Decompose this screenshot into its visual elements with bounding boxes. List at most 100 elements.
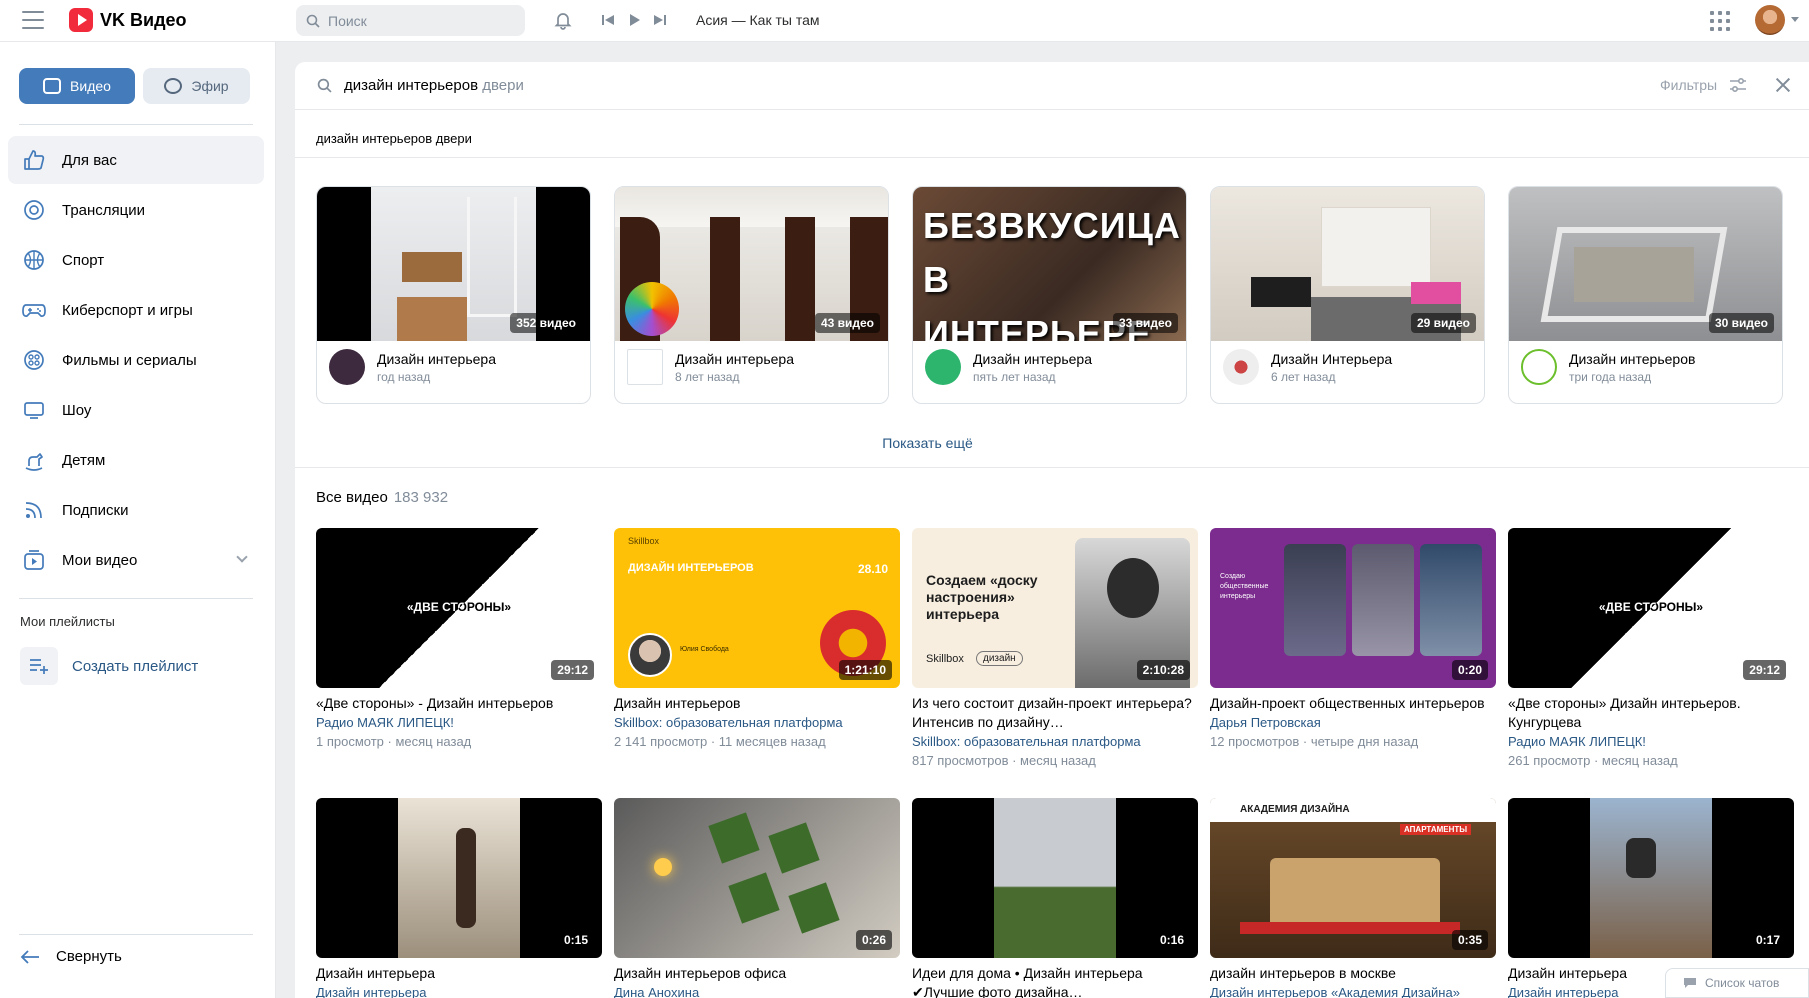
video-author[interactable]: Дизайн интерьера [316, 983, 602, 998]
playlist-video-count: 33 видео [1112, 313, 1178, 333]
now-playing-track[interactable]: Асия — Как ты там [696, 12, 820, 28]
video-author[interactable]: Дизайн интерьеров «Академия Дизайна» [1210, 983, 1496, 998]
channel-avatar[interactable] [925, 349, 961, 385]
video-title[interactable]: дизайн интерьеров в москве [1210, 964, 1496, 983]
thumbnail-caption: ДИЗАЙН ИНТЕРЬЕРОВ [628, 562, 754, 574]
channel-avatar[interactable] [1521, 349, 1557, 385]
video-card[interactable]: Skillbox ДИЗАЙН ИНТЕРЬЕРОВ 28.10 Юлия Св… [614, 528, 900, 751]
sidebar-item-subscriptions[interactable]: Подписки [8, 486, 264, 534]
playlist-time: пять лет назад [973, 369, 1056, 384]
playlist-title[interactable]: Дизайн интерьеров [1569, 351, 1695, 367]
video-title[interactable]: Из чего состоит дизайн-проект интерьера?… [912, 694, 1198, 732]
video-thumbnail[interactable]: «ДВЕ СТОРОНЫ» 29:12 [316, 528, 602, 688]
show-more-button[interactable]: Показать ещё [295, 435, 1560, 451]
filters-button[interactable]: Фильтры [1660, 77, 1747, 93]
bell-icon[interactable] [553, 10, 573, 30]
video-title[interactable]: Дизайн интерьеров офиса [614, 964, 900, 983]
sidebar-item-shows[interactable]: Шоу [8, 386, 264, 434]
playlist-card[interactable]: 29 видео Дизайн Интерьера 6 лет назад [1210, 186, 1485, 404]
sidebar-item-broadcasts[interactable]: Трансляции [8, 186, 264, 234]
collapse-label: Свернуть [56, 948, 122, 965]
search-autocomplete: двери [478, 77, 524, 94]
video-author[interactable]: Радио МАЯК ЛИПЕЦК! [1508, 732, 1794, 751]
video-author[interactable]: Skillbox: образовательная платформа [912, 732, 1198, 751]
playlist-title[interactable]: Дизайн интерьера [973, 351, 1092, 367]
thumbnail-caption: АКАДЕМИЯ ДИЗАЙНА [1240, 804, 1350, 815]
sidebar-item-label: Фильмы и сериалы [62, 351, 197, 369]
sidebar-item-label: Трансляции [62, 201, 146, 219]
video-title[interactable]: Дизайн-проект общественных интерьеров [1210, 694, 1496, 713]
video-thumbnail[interactable]: АКАДЕМИЯ ДИЗАЙНА АПАРТАМЕНТЫ 0:35 [1210, 798, 1496, 958]
create-playlist-button[interactable]: Создать плейлист [20, 647, 198, 685]
video-author[interactable]: Дарья Петровская [1210, 713, 1496, 732]
playlist-time: год назад [377, 369, 431, 384]
video-card[interactable]: Создаем «доску настроения» интерьера Ski… [912, 528, 1198, 770]
menu-icon[interactable] [22, 11, 44, 29]
video-author[interactable]: Skillbox: образовательная платформа [614, 713, 900, 732]
video-author[interactable]: Радио МАЯК ЛИПЕЦК! [316, 713, 602, 732]
video-card[interactable]: 0:15 Дизайн интерьера Дизайн интерьера [316, 798, 602, 998]
play-icon[interactable] [627, 13, 641, 27]
video-card[interactable]: «ДВЕ СТОРОНЫ» 29:12 «Две стороны» - Диза… [316, 528, 602, 751]
playlist-title[interactable]: Дизайн интерьера [675, 351, 794, 367]
video-thumbnail[interactable]: Создаем «доску настроения» интерьера Ski… [912, 528, 1198, 688]
playlist-card[interactable]: 352 видео Дизайн интерьера год назад [316, 186, 591, 404]
thumbs-up-icon [22, 148, 46, 172]
chevron-down-icon[interactable] [1791, 17, 1799, 22]
playlist-title[interactable]: Дизайн Интерьера [1271, 351, 1392, 367]
channel-avatar[interactable] [1223, 349, 1259, 385]
chevron-down-icon[interactable] [236, 551, 248, 563]
video-thumbnail[interactable]: Skillbox ДИЗАЙН ИНТЕРЬЕРОВ 28.10 Юлия Св… [614, 528, 900, 688]
global-search-input[interactable]: Поиск [296, 5, 525, 36]
video-thumbnail[interactable]: Создаю общественные интерьеры 0:20 [1210, 528, 1496, 688]
search-placeholder: Поиск [328, 12, 367, 29]
channel-avatar[interactable] [627, 349, 663, 385]
video-thumbnail[interactable]: 0:16 [912, 798, 1198, 958]
video-title[interactable]: Дизайн интерьера [316, 964, 602, 983]
video-card[interactable]: Создаю общественные интерьеры 0:20 Дизай… [1210, 528, 1496, 751]
video-title[interactable]: Дизайн интерьеров [614, 694, 900, 713]
apps-grid-icon[interactable] [1710, 11, 1730, 31]
gamepad-icon [22, 298, 46, 322]
video-thumbnail[interactable]: 0:15 [316, 798, 602, 958]
video-title[interactable]: «Две стороны» Дизайн интерьеров. Кунгурц… [1508, 694, 1794, 732]
search-suggestion[interactable]: дизайн интерьеров двери [316, 131, 472, 146]
tab-video[interactable]: Видео [19, 68, 135, 104]
video-card[interactable]: 0:26 Дизайн интерьеров офиса Дина Анохин… [614, 798, 900, 998]
video-title[interactable]: «Две стороны» - Дизайн интерьеров [316, 694, 602, 713]
playlist-card[interactable]: 43 видео Дизайн интерьера 8 лет назад [614, 186, 889, 404]
user-avatar[interactable] [1755, 5, 1785, 35]
next-track-icon[interactable] [653, 13, 667, 27]
video-thumbnail[interactable]: «ДВЕ СТОРОНЫ» 29:12 [1508, 528, 1794, 688]
tab-live[interactable]: Эфир [143, 68, 250, 104]
sidebar-item-my-videos[interactable]: Мои видео [8, 536, 264, 584]
playlist-title[interactable]: Дизайн интерьера [377, 351, 496, 367]
playlist-thumbnail: 29 видео [1211, 187, 1484, 341]
sidebar-item-movies[interactable]: Фильмы и сериалы [8, 336, 264, 384]
video-title[interactable]: Идеи для дома • Дизайн интерьера ✔Лучшие… [912, 964, 1198, 998]
search-query[interactable]: дизайн интерьеров двери [344, 77, 524, 94]
playlist-thumbnail: БЕЗВКУСИЦА В ИНТЕРЬЕРЕ 33 видео [913, 187, 1186, 341]
vk-video-logo[interactable]: VK Видео [69, 8, 187, 32]
playlist-card[interactable]: БЕЗВКУСИЦА В ИНТЕРЬЕРЕ 33 видео Дизайн и… [912, 186, 1187, 404]
video-thumbnail[interactable]: 0:17 [1508, 798, 1794, 958]
video-search-bar[interactable]: дизайн интерьеров двери Фильтры [295, 62, 1809, 110]
video-card[interactable]: «ДВЕ СТОРОНЫ» 29:12 «Две стороны» Дизайн… [1508, 528, 1794, 770]
channel-avatar[interactable] [329, 349, 365, 385]
playlist-time: 8 лет назад [675, 369, 740, 384]
video-card[interactable]: 0:16 Идеи для дома • Дизайн интерьера ✔Л… [912, 798, 1198, 998]
video-library-icon [43, 78, 62, 94]
video-author[interactable]: Дина Анохина [614, 983, 900, 998]
sidebar-item-kids[interactable]: Детям [8, 436, 264, 484]
previous-track-icon[interactable] [601, 13, 615, 27]
clear-search-icon[interactable] [1775, 77, 1791, 93]
sidebar-item-esports[interactable]: Киберспорт и игры [8, 286, 264, 334]
chat-list-button[interactable]: Список чатов [1665, 968, 1809, 998]
video-thumbnail[interactable]: 0:26 [614, 798, 900, 958]
sidebar-item-sport[interactable]: Спорт [8, 236, 264, 284]
collapse-sidebar-button[interactable]: Свернуть [20, 948, 122, 965]
playlist-card[interactable]: 30 видео Дизайн интерьеров три года наза… [1508, 186, 1783, 404]
video-card[interactable]: АКАДЕМИЯ ДИЗАЙНА АПАРТАМЕНТЫ 0:35 дизайн… [1210, 798, 1496, 998]
sidebar-item-label: Подписки [62, 501, 129, 519]
sidebar-item-for-you[interactable]: Для вас [8, 136, 264, 184]
